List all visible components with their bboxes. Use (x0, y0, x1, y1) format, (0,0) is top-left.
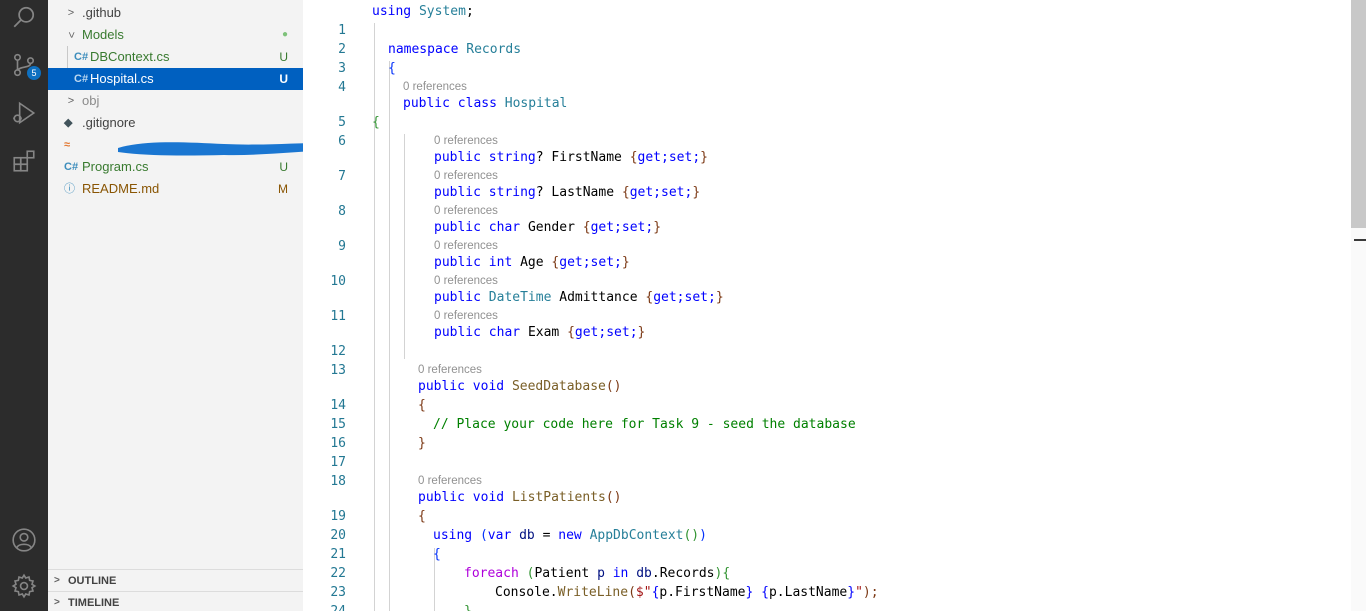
code-line-1: 1 using System; (338, 4, 474, 38)
code-line-6: 6 { (338, 115, 380, 149)
search-icon[interactable] (0, 0, 48, 37)
code-line-11: 11 public DateTime Admittance {get;set;} (330, 290, 724, 324)
tree-item-models-folder[interactable]: > Models ● (48, 24, 303, 46)
git-status-untracked: U (279, 72, 288, 86)
code-line-22: 22 { (330, 547, 441, 581)
code-line-2: 2 (338, 42, 346, 57)
code-line-5: 5 public class Hospital (338, 96, 568, 130)
rss-file-icon: ≈ (64, 139, 71, 151)
code-line-13: 13 (330, 363, 346, 378)
codelens-references[interactable]: 0 references (434, 204, 498, 219)
tree-item-dbcontext-file[interactable]: C# DBContext.cs U (48, 46, 303, 68)
code-line-4: 4 { (338, 61, 396, 95)
codelens-references[interactable]: 0 references (418, 363, 482, 378)
codelens-references[interactable]: 0 references (434, 134, 498, 149)
source-control-badge: 5 (27, 66, 41, 80)
code-line-25: 25 } (303, 602, 1303, 611)
run-debug-icon[interactable] (0, 93, 48, 133)
chevron-right-icon: > (54, 575, 60, 586)
chevron-down-icon: > (65, 31, 77, 39)
code-line-18: 18 (330, 474, 346, 489)
extensions-icon[interactable] (0, 141, 48, 181)
codelens-references[interactable]: 0 references (434, 309, 498, 324)
account-icon[interactable] (0, 520, 48, 560)
chevron-right-icon: > (67, 95, 75, 107)
activity-bar: 5 (0, 0, 48, 611)
code-line-19: 19 public void ListPatients() (330, 490, 622, 524)
tree-item-program-file[interactable]: C# Program.cs U (48, 156, 303, 178)
code-line-20: 20 { (330, 509, 426, 543)
tree-item-gitignore-file[interactable]: ◆ .gitignore (48, 112, 303, 134)
csharp-file-icon: C# (74, 73, 89, 85)
codelens-references[interactable]: 0 references (434, 169, 498, 184)
csharp-file-icon: C# (74, 51, 89, 63)
code-line-17: 17 } (330, 436, 426, 470)
code-line-16: 16 // Place your code here for Task 9 - … (330, 417, 856, 451)
info-icon: ⓘ (64, 183, 75, 195)
tree-item-obj-folder[interactable]: > obj (48, 90, 303, 112)
code-line-23: 23 foreach (Patient p in db.Records){ (330, 566, 731, 600)
csharp-file-icon: C# (64, 161, 79, 173)
code-line-14: 14 public void SeedDatabase() (330, 379, 622, 413)
git-diamond-icon: ◆ (64, 117, 73, 129)
code-line-9: 9 public char Gender {get;set;} (338, 220, 662, 254)
code-editor[interactable]: 1 using System; 2 3 namespace Records 4 … (303, 0, 1366, 611)
chevron-right-icon: > (67, 7, 75, 19)
modified-dot: ● (281, 29, 288, 40)
explorer-panel: > .github > Models ● C# DBContext.cs U C… (48, 0, 336, 611)
git-status-untracked: U (279, 160, 288, 174)
codelens-references[interactable]: 0 references (434, 239, 498, 254)
code-line-10: 10 public int Age {get;set;} (330, 255, 630, 289)
outline-section-header[interactable]: > OUTLINE (48, 569, 303, 592)
git-status-untracked: U (279, 50, 288, 64)
code-line-21: 21 using (var db = new AppDbContext()) (330, 528, 707, 562)
source-control-icon[interactable] (0, 45, 48, 85)
vertical-scrollbar-thumb[interactable] (1351, 0, 1366, 228)
codelens-references[interactable]: 0 references (434, 274, 498, 289)
codelens-references[interactable]: 0 references (403, 80, 467, 95)
settings-gear-icon[interactable] (0, 566, 48, 606)
tree-item-github-folder[interactable]: > .github (48, 2, 303, 24)
tree-item-readme-file[interactable]: ⓘ README.md M (48, 178, 303, 200)
code-line-3: 3 namespace Records (338, 42, 522, 76)
code-line-8: 8 public string? LastName {get;set;} (338, 185, 701, 219)
code-line-15: 15 { (330, 398, 426, 432)
scrollbar-cursor-marker (1354, 239, 1366, 241)
code-line-12: 12 public char Exam {get;set;} (330, 325, 646, 359)
code-line-7: 7 public string? FirstName {get;set;} (338, 150, 708, 184)
codelens-references[interactable]: 0 references (418, 474, 482, 489)
code-line-24: 24 Console.WriteLine($"{p.FirstName} {p.… (330, 585, 879, 611)
git-status-modified: M (278, 182, 288, 196)
tree-item-hospital-file[interactable]: C# Hospital.cs U (48, 68, 303, 90)
